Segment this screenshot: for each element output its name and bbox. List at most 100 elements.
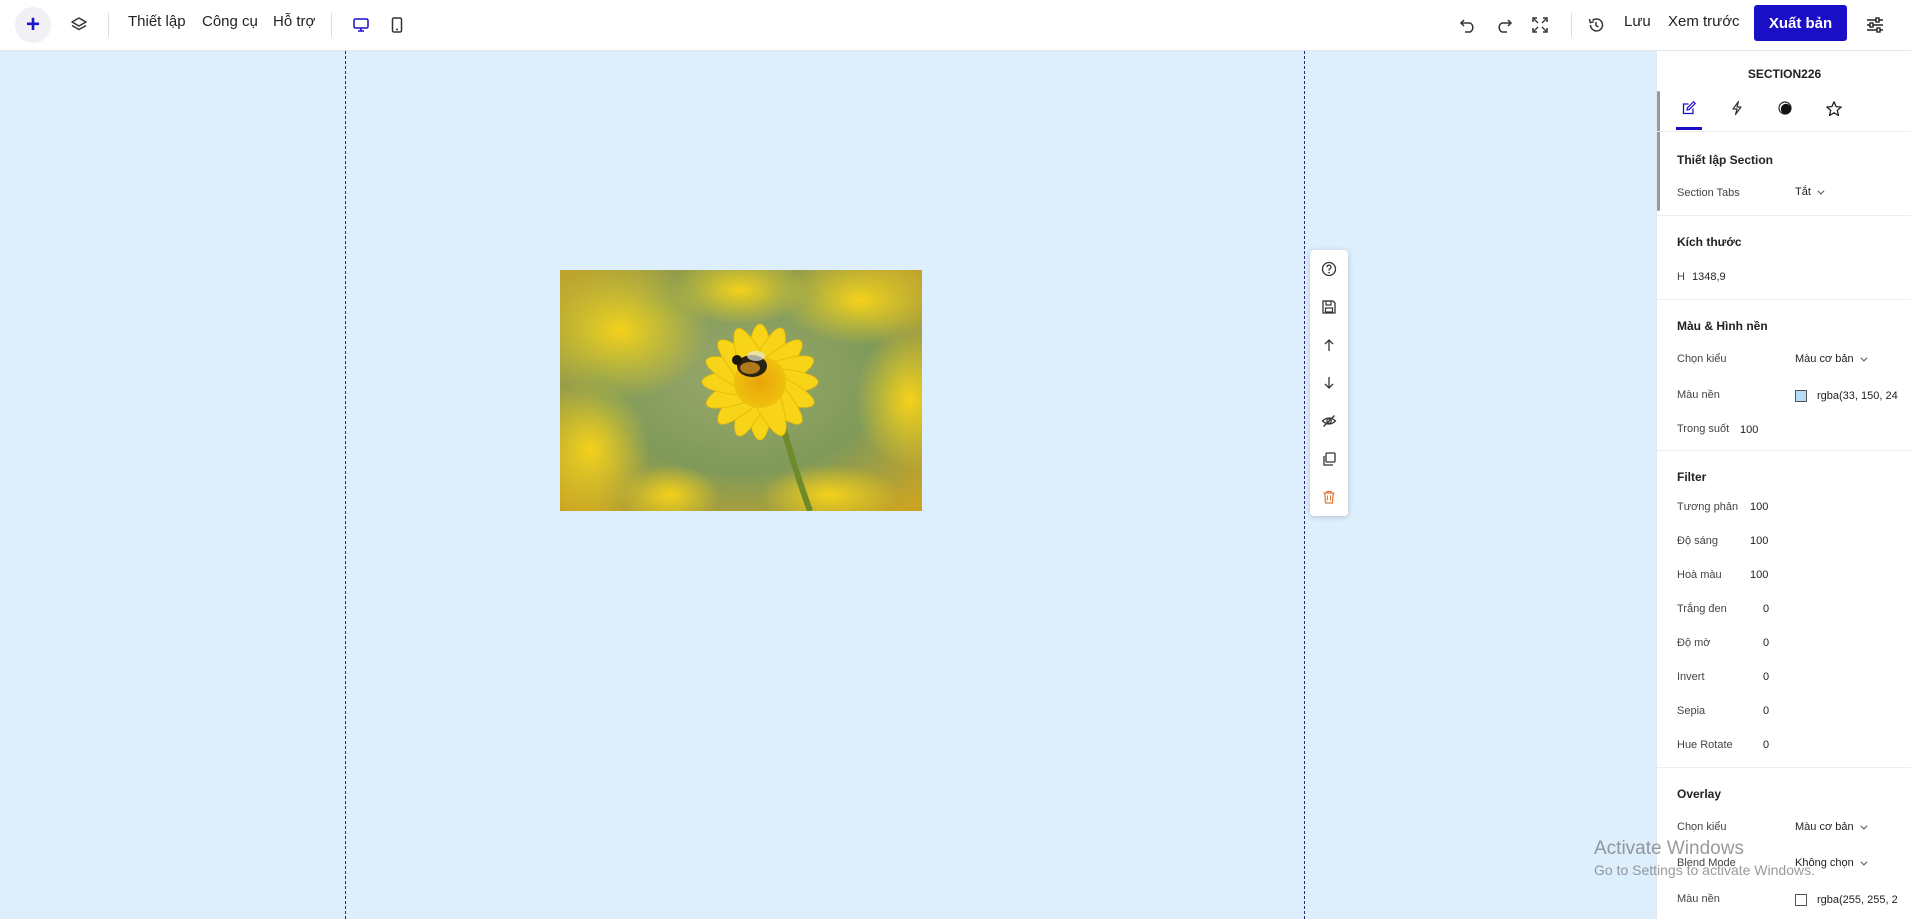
properties-panel: SECTION226 Thiết lập Section Section Tab… bbox=[1656, 51, 1911, 919]
chevron-down-icon bbox=[1859, 354, 1868, 362]
bg-color-swatch[interactable] bbox=[1795, 390, 1807, 402]
bg-style-label: Chọn kiểu bbox=[1677, 353, 1727, 365]
chevron-down-icon bbox=[1859, 822, 1868, 830]
flower-image[interactable] bbox=[560, 270, 922, 511]
move-down-button[interactable] bbox=[1317, 371, 1341, 395]
help-button[interactable] bbox=[1317, 257, 1341, 281]
chevron-down-icon bbox=[1860, 858, 1868, 866]
delete-section-button[interactable] bbox=[1317, 485, 1341, 509]
filter-grayscale-label: Trắng đen bbox=[1677, 603, 1727, 615]
tab-style[interactable] bbox=[1772, 96, 1798, 130]
panel-title: SECTION226 bbox=[1747, 67, 1822, 81]
filter-saturate-label: Hoà màu bbox=[1677, 569, 1722, 581]
overlay-style-dropdown[interactable]: Màu cơ bản bbox=[1795, 821, 1868, 833]
layers-icon bbox=[71, 17, 87, 31]
section-floating-toolbar bbox=[1310, 250, 1348, 516]
filter-invert-input[interactable]: 0 bbox=[1763, 671, 1769, 683]
fullscreen-icon bbox=[1532, 17, 1548, 33]
desktop-view-button[interactable] bbox=[348, 12, 374, 38]
eye-off-icon bbox=[1321, 415, 1337, 427]
overlay-heading: Overlay bbox=[1677, 787, 1722, 801]
save-icon bbox=[1322, 300, 1336, 314]
filter-hue-rotate-label: Hue Rotate bbox=[1677, 739, 1733, 751]
fullscreen-button[interactable] bbox=[1527, 12, 1553, 38]
panel-scrollbar[interactable] bbox=[1657, 91, 1660, 211]
help-icon bbox=[1321, 261, 1337, 277]
save-section-button[interactable] bbox=[1317, 295, 1341, 319]
preview-button[interactable]: Xem trước bbox=[1668, 13, 1740, 30]
overlay-color-swatch[interactable] bbox=[1795, 894, 1807, 906]
bg-color-label: Màu nền bbox=[1677, 389, 1720, 401]
filter-contrast-label: Tương phản bbox=[1677, 501, 1739, 513]
filter-heading: Filter bbox=[1677, 470, 1707, 484]
layers-button[interactable] bbox=[66, 12, 92, 38]
filter-sepia-input[interactable]: 0 bbox=[1763, 705, 1769, 717]
history-button[interactable] bbox=[1583, 12, 1609, 38]
trash-icon bbox=[1323, 490, 1335, 504]
filter-blur-label: Độ mờ bbox=[1677, 637, 1711, 649]
blend-mode-dropdown[interactable]: Không chọn bbox=[1795, 857, 1868, 869]
section-tabs-dropdown[interactable]: Tắt bbox=[1795, 186, 1825, 198]
overlay-style-label: Chọn kiểu bbox=[1677, 821, 1727, 833]
add-element-button[interactable]: + bbox=[15, 7, 51, 43]
divider bbox=[1657, 299, 1911, 300]
filter-invert-label: Invert bbox=[1677, 671, 1705, 683]
filter-grayscale-input[interactable]: 0 bbox=[1763, 603, 1769, 615]
section-settings-heading: Thiết lập Section bbox=[1677, 153, 1774, 167]
contrast-icon bbox=[1778, 101, 1792, 115]
height-label: H bbox=[1677, 271, 1685, 283]
bg-opacity-input[interactable]: 100 bbox=[1740, 424, 1758, 436]
filter-sepia-label: Sepia bbox=[1677, 705, 1706, 717]
menu-settings[interactable]: Thiết lập bbox=[128, 13, 186, 30]
save-button[interactable]: Lưu bbox=[1624, 13, 1651, 30]
edit-icon bbox=[1682, 100, 1697, 115]
bg-style-dropdown[interactable]: Màu cơ bản bbox=[1795, 353, 1868, 365]
mobile-view-button[interactable] bbox=[384, 12, 410, 38]
height-input[interactable]: 1348,9 bbox=[1692, 271, 1726, 283]
filter-brightness-label: Độ sáng bbox=[1677, 535, 1718, 547]
publish-button[interactable]: Xuất bản bbox=[1754, 5, 1847, 41]
redo-button[interactable] bbox=[1491, 12, 1517, 38]
filter-saturate-input[interactable]: 100 bbox=[1750, 569, 1768, 581]
background-heading: Màu & Hình nền bbox=[1677, 319, 1768, 333]
filter-blur-input[interactable]: 0 bbox=[1763, 637, 1769, 649]
sliders-icon bbox=[1867, 17, 1883, 33]
filter-contrast-input[interactable]: 100 bbox=[1750, 501, 1768, 513]
divider bbox=[331, 13, 332, 37]
move-up-button[interactable] bbox=[1317, 333, 1341, 357]
overlay-color-label: Màu nền bbox=[1677, 893, 1720, 905]
filter-brightness-input[interactable]: 100 bbox=[1750, 535, 1768, 547]
content-guide-left bbox=[345, 51, 346, 919]
bg-color-value[interactable]: rgba(33, 150, 24 bbox=[1817, 390, 1898, 402]
menu-tools[interactable]: Công cụ bbox=[202, 13, 258, 30]
desktop-icon bbox=[353, 18, 369, 32]
divider bbox=[108, 13, 109, 37]
arrow-down-icon bbox=[1324, 377, 1334, 389]
section-tabs-label: Section Tabs bbox=[1677, 187, 1740, 199]
divider bbox=[1657, 767, 1911, 768]
arrow-up-icon bbox=[1324, 339, 1334, 351]
chevron-down-icon bbox=[1817, 187, 1825, 195]
editor-canvas[interactable] bbox=[0, 51, 1656, 919]
bg-opacity-label: Trong suốt bbox=[1677, 423, 1730, 435]
settings-button[interactable] bbox=[1862, 12, 1888, 38]
divider bbox=[1571, 13, 1572, 37]
filter-hue-rotate-input[interactable]: 0 bbox=[1763, 739, 1769, 751]
top-toolbar: + Thiết lập Công cụ Hỗ trợ Lưu Xem trước… bbox=[0, 0, 1911, 51]
duplicate-section-button[interactable] bbox=[1317, 447, 1341, 471]
copy-icon bbox=[1323, 452, 1336, 466]
content-guide-right bbox=[1304, 51, 1305, 919]
star-icon bbox=[1826, 101, 1842, 117]
divider bbox=[1657, 450, 1911, 451]
hide-section-button[interactable] bbox=[1317, 409, 1341, 433]
mobile-icon bbox=[391, 17, 403, 33]
tab-effects[interactable] bbox=[1724, 96, 1750, 130]
undo-button[interactable] bbox=[1455, 12, 1481, 38]
tab-favorites[interactable] bbox=[1821, 96, 1847, 130]
tab-design[interactable] bbox=[1676, 96, 1702, 130]
menu-support[interactable]: Hỗ trợ bbox=[273, 13, 315, 30]
lightning-icon bbox=[1732, 100, 1742, 116]
blend-mode-label: Blend Mode bbox=[1677, 857, 1736, 869]
overlay-color-value[interactable]: rgba(255, 255, 2 bbox=[1817, 894, 1898, 906]
undo-icon bbox=[1459, 19, 1474, 33]
